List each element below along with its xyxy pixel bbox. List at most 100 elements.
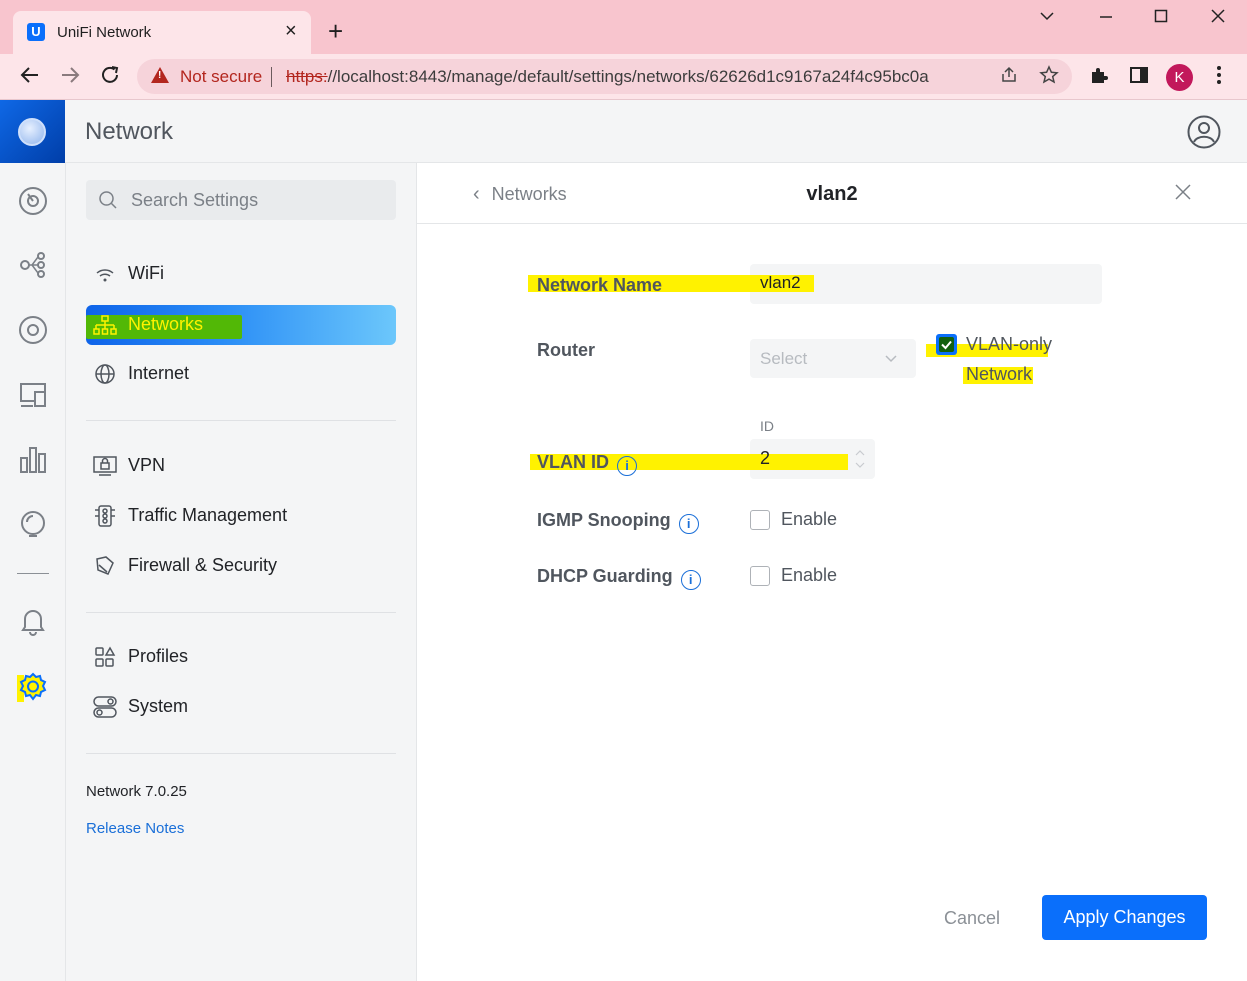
vlan-only-label: VLAN-only bbox=[966, 334, 1053, 354]
nav-divider bbox=[86, 420, 396, 421]
dashboard-icon[interactable] bbox=[17, 185, 49, 217]
back-to-networks-link[interactable]: ‹ Networks bbox=[473, 183, 567, 206]
dhcp-guarding-checkbox[interactable] bbox=[750, 566, 770, 586]
url-path: //localhost:8443/manage/default/settings… bbox=[327, 67, 929, 86]
search-input[interactable]: Search Settings bbox=[86, 180, 396, 220]
tab-title: UniFi Network bbox=[57, 24, 152, 41]
browser-tab-strip: U UniFi Network × + bbox=[0, 0, 1247, 54]
extensions-puzzle-icon[interactable] bbox=[1089, 65, 1109, 91]
browser-toolbar: Not secure https://localhost:8443/manage… bbox=[0, 54, 1247, 100]
router-placeholder: Select bbox=[760, 349, 808, 368]
warning-icon bbox=[151, 67, 169, 83]
sidebar-item-firewall-security[interactable]: Firewall & Security bbox=[86, 546, 396, 586]
side-panel-icon[interactable] bbox=[1129, 65, 1149, 91]
devices-icon[interactable] bbox=[17, 314, 49, 346]
sidebar-item-traffic-management[interactable]: Traffic Management bbox=[86, 496, 396, 536]
info-icon[interactable]: i bbox=[617, 456, 637, 476]
network-icon bbox=[93, 314, 117, 336]
vlan-id-value: 2 bbox=[760, 448, 771, 468]
vlan-id-caption: ID bbox=[760, 418, 774, 434]
network-name-label: Network Name bbox=[537, 275, 663, 295]
settings-icon[interactable] bbox=[17, 671, 49, 703]
browser-tab[interactable]: U UniFi Network × bbox=[13, 11, 311, 54]
clients-icon[interactable] bbox=[17, 379, 49, 411]
sidebar-item-profiles[interactable]: Profiles bbox=[86, 637, 396, 677]
vlan-only-checkbox[interactable] bbox=[936, 334, 957, 355]
info-icon[interactable]: i bbox=[680, 570, 701, 590]
igmp-snooping-checkbox[interactable] bbox=[750, 510, 770, 530]
logo-circle-icon bbox=[18, 118, 46, 146]
apply-changes-button[interactable]: Apply Changes bbox=[1042, 895, 1207, 940]
url-text[interactable]: https://localhost:8443/manage/default/se… bbox=[286, 67, 929, 87]
notifications-icon[interactable] bbox=[17, 605, 49, 637]
network-name-value: vlan2 bbox=[760, 273, 801, 292]
bookmark-star-icon[interactable] bbox=[1039, 65, 1059, 91]
system-icon bbox=[93, 696, 117, 718]
back-label: Networks bbox=[491, 184, 567, 204]
dhcp-guarding-label: DHCP Guarding i bbox=[537, 566, 701, 590]
profiles-icon bbox=[93, 646, 117, 668]
minimize-icon[interactable] bbox=[1086, 8, 1126, 32]
security-status[interactable]: Not secure bbox=[180, 67, 262, 87]
sidebar-item-networks[interactable]: Networks bbox=[86, 305, 396, 345]
sidebar-item-internet[interactable]: Internet bbox=[86, 354, 396, 394]
version-label: Network 7.0.25 bbox=[86, 783, 187, 800]
unifi-favicon-icon: U bbox=[27, 23, 45, 41]
new-tab-icon[interactable]: + bbox=[328, 18, 343, 44]
reload-icon[interactable] bbox=[98, 64, 122, 88]
sidebar-item-label: VPN bbox=[128, 455, 166, 475]
user-account-icon[interactable] bbox=[1187, 115, 1221, 149]
forward-arrow-icon[interactable] bbox=[58, 64, 82, 88]
app-title: Network bbox=[85, 118, 174, 145]
sidebar-item-label: Traffic Management bbox=[128, 505, 288, 525]
traffic-icon bbox=[93, 505, 117, 527]
address-bar[interactable]: Not secure https://localhost:8443/manage… bbox=[137, 59, 1072, 94]
vpn-icon bbox=[93, 455, 117, 477]
sidebar-item-label: Internet bbox=[128, 363, 190, 383]
stepper-arrows-icon[interactable] bbox=[854, 445, 866, 478]
dhcp-enable-label: Enable bbox=[781, 565, 838, 585]
check-icon bbox=[939, 337, 954, 352]
router-select[interactable]: Select bbox=[750, 339, 916, 378]
divider bbox=[271, 67, 272, 87]
vlan-id-label: VLAN ID i bbox=[537, 452, 637, 476]
tab-search-chevron-icon[interactable] bbox=[1027, 8, 1067, 32]
topology-icon[interactable] bbox=[17, 249, 49, 281]
panel-header: vlan2 ‹ Networks bbox=[417, 163, 1247, 224]
back-arrow-icon[interactable] bbox=[18, 64, 42, 88]
primary-nav-rail bbox=[0, 163, 66, 981]
release-notes-link[interactable]: Release Notes bbox=[86, 820, 184, 837]
profile-avatar[interactable]: K bbox=[1166, 64, 1193, 91]
nav-divider bbox=[86, 612, 396, 613]
cancel-button[interactable]: Cancel bbox=[944, 908, 1000, 929]
unifi-logo[interactable] bbox=[0, 100, 65, 163]
sidebar-item-system[interactable]: System bbox=[86, 687, 396, 727]
chevron-left-icon: ‹ bbox=[473, 183, 480, 205]
router-label: Router bbox=[537, 340, 595, 360]
close-icon[interactable] bbox=[1172, 181, 1194, 203]
wifi-icon bbox=[93, 263, 117, 285]
vlan-only-label-line2: Network bbox=[966, 364, 1033, 384]
app-header: Network bbox=[0, 100, 1247, 163]
sidebar-item-wifi[interactable]: WiFi bbox=[86, 254, 396, 294]
menu-kebab-icon[interactable] bbox=[1215, 65, 1223, 91]
window-close-icon[interactable] bbox=[1198, 8, 1238, 32]
shield-icon bbox=[93, 555, 117, 577]
search-placeholder: Search Settings bbox=[131, 190, 259, 210]
insights-icon[interactable] bbox=[17, 509, 49, 541]
vlan-id-label-text: VLAN ID bbox=[537, 452, 609, 472]
sidebar-item-label: System bbox=[128, 696, 189, 716]
info-icon[interactable]: i bbox=[678, 514, 699, 534]
tab-close-icon[interactable]: × bbox=[285, 21, 297, 41]
nav-divider bbox=[86, 753, 396, 754]
rail-divider bbox=[17, 573, 49, 574]
share-icon[interactable] bbox=[999, 65, 1019, 91]
chevron-down-icon bbox=[884, 351, 898, 370]
dhcp-guarding-label-text: DHCP Guarding bbox=[537, 566, 673, 586]
maximize-icon[interactable] bbox=[1141, 8, 1181, 32]
search-icon bbox=[98, 190, 118, 210]
sidebar-item-label: Firewall & Security bbox=[128, 555, 278, 575]
sidebar-item-vpn[interactable]: VPN bbox=[86, 446, 396, 486]
statistics-icon[interactable] bbox=[17, 444, 49, 476]
network-detail-panel: vlan2 ‹ Networks Network Name vlan2 Route… bbox=[417, 163, 1247, 981]
